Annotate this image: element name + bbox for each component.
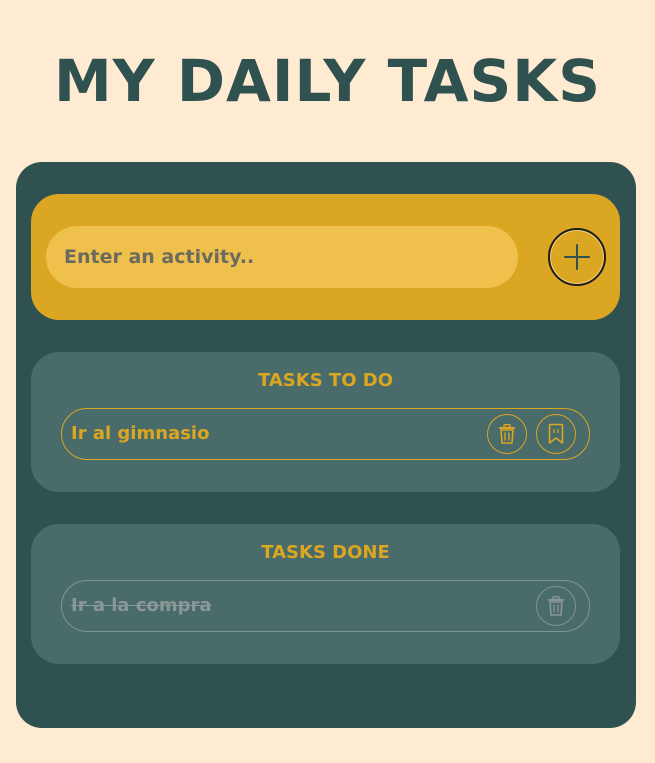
input-panel bbox=[31, 194, 620, 320]
tasks-done-section: TASKS DONE Ir a la compra bbox=[31, 524, 620, 664]
app-page: MY DAILY TASKS TASKS TO DO Ir al gimnasi… bbox=[0, 0, 655, 763]
task-card: TASKS TO DO Ir al gimnasio bbox=[16, 162, 636, 728]
task-item[interactable]: Ir a la compra bbox=[61, 580, 590, 632]
activity-input[interactable] bbox=[46, 226, 518, 288]
trash-icon bbox=[548, 596, 564, 616]
task-label: Ir a la compra bbox=[71, 595, 212, 616]
task-label: Ir al gimnasio bbox=[71, 423, 210, 444]
tasks-done-heading: TASKS DONE bbox=[261, 542, 390, 563]
task-item[interactable]: Ir al gimnasio bbox=[61, 408, 590, 460]
trash-icon bbox=[499, 424, 515, 444]
delete-task-button[interactable] bbox=[536, 586, 576, 626]
tasks-todo-section: TASKS TO DO Ir al gimnasio bbox=[31, 352, 620, 492]
tasks-todo-heading: TASKS TO DO bbox=[257, 370, 394, 391]
page-title: MY DAILY TASKS bbox=[53, 47, 602, 115]
bookmark-icon bbox=[548, 423, 564, 444]
delete-task-button[interactable] bbox=[487, 414, 527, 454]
plus-icon bbox=[564, 244, 590, 270]
add-task-button[interactable] bbox=[548, 228, 606, 286]
mark-done-button[interactable] bbox=[536, 414, 576, 454]
